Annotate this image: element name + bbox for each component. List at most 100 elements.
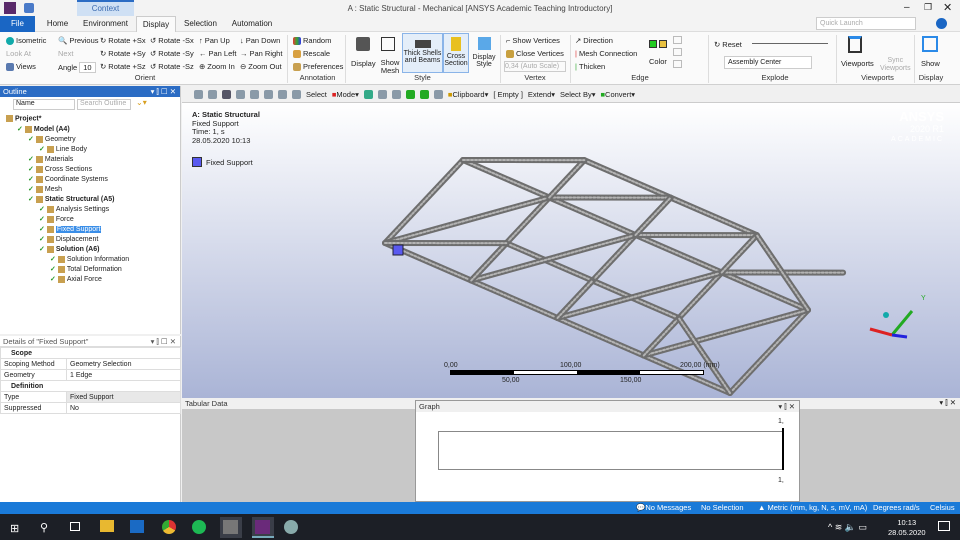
extend-dropdown[interactable]: Extend▾ — [528, 90, 555, 99]
property-value[interactable]: 1 Edge — [66, 369, 181, 381]
pan-right-button[interactable]: → Pan Right — [240, 49, 282, 58]
tab-home[interactable]: Home — [40, 16, 75, 32]
random-button[interactable]: Random — [293, 36, 331, 45]
tree-item[interactable]: ✓ Line Body — [39, 145, 87, 153]
pan-icon[interactable] — [264, 89, 273, 99]
tab-selection[interactable]: Selection — [178, 16, 223, 32]
outline-filter-select[interactable]: Name — [13, 99, 75, 110]
next-button[interactable]: Next — [58, 49, 73, 58]
show-vertices-button[interactable]: ⌐ Show Vertices — [506, 36, 560, 45]
zoom-icon[interactable] — [278, 89, 287, 99]
tree-item[interactable]: ✓ Solution (A6) — [39, 245, 99, 253]
graph-plot-area[interactable] — [438, 431, 784, 470]
thick-shells-beams-button[interactable]: Thick Shells and Beams — [402, 33, 443, 73]
tree-item[interactable]: ✓ Analysis Settings — [39, 205, 109, 213]
mesh-connection-button[interactable]: | Mesh Connection — [575, 49, 637, 58]
rotate-plus-sy-button[interactable]: ↻ Rotate +Sy — [100, 49, 146, 58]
tree-item[interactable]: ✓ Axial Force — [50, 275, 102, 283]
display-button[interactable]: Display — [351, 59, 376, 68]
zoom-out-button[interactable]: ⊖ Zoom Out — [240, 62, 282, 71]
sync-viewports-button[interactable]: Sync Viewports — [880, 57, 911, 73]
tree-item[interactable]: ✓ Force — [39, 215, 74, 223]
panel-controls[interactable]: ▾ ⫿ ✕ — [778, 401, 795, 412]
cross-section-button[interactable]: Cross Section — [443, 33, 469, 73]
tree-item[interactable]: ✓ Materials — [28, 155, 73, 163]
tree-item[interactable]: ✓ Displacement — [39, 235, 98, 243]
pan-left-button[interactable]: ← Pan Left — [199, 49, 236, 58]
tree-item[interactable]: ✓ Total Deformation — [50, 265, 122, 273]
restore-button[interactable]: ❐ — [924, 2, 932, 13]
angle-units[interactable]: Degrees — [873, 503, 901, 512]
show-button[interactable]: Show — [921, 59, 940, 68]
tray-icons[interactable]: ^ ≋ 🔈 ▭ — [828, 522, 867, 533]
outlook-icon[interactable] — [130, 520, 144, 533]
rescale-button[interactable]: Rescale — [293, 49, 330, 58]
tab-automation[interactable]: Automation — [228, 16, 276, 32]
close-vertices-button[interactable]: Close Vertices — [506, 49, 564, 58]
select-by-dropdown[interactable]: Select By▾ — [560, 90, 595, 99]
section-scope[interactable]: Scope — [0, 347, 181, 359]
tree-item[interactable]: ✓ Coordinate Systems — [28, 175, 108, 183]
color-yellow-swatch[interactable] — [659, 40, 667, 48]
property-value[interactable]: Fixed Support — [66, 391, 181, 403]
rotation-units[interactable]: rad/s — [903, 503, 920, 512]
tree-item[interactable]: ✓ Static Structural (A5) — [28, 195, 115, 203]
rotate-plus-sz-button[interactable]: ↻ Rotate +Sz — [100, 62, 146, 71]
tab-file[interactable]: File — [0, 16, 35, 32]
search-outline-input[interactable]: Search Outline — [77, 99, 131, 110]
mechanical-taskbar-button[interactable] — [252, 517, 274, 538]
viewports-button[interactable]: Viewports — [841, 59, 874, 68]
zoom-in-button[interactable]: ⊕ Zoom In — [199, 62, 235, 71]
bottom-chord-beam[interactable] — [462, 159, 551, 199]
isometric-button[interactable]: Isometric — [6, 36, 46, 45]
edge-number-buttons[interactable] — [673, 36, 693, 72]
windows-start-icon[interactable]: ⊞ — [10, 522, 19, 535]
truss-model[interactable] — [182, 103, 960, 398]
thicken-button[interactable]: | Thicken — [575, 62, 605, 71]
app-icon[interactable] — [284, 520, 298, 534]
pan-down-button[interactable]: ↓ Pan Down — [240, 36, 280, 45]
chrome-icon[interactable] — [162, 520, 176, 534]
property-value[interactable]: Geometry Selection — [66, 358, 181, 370]
select-face-icon[interactable] — [391, 89, 401, 99]
tree-item[interactable]: Project* — [6, 115, 41, 122]
clock[interactable]: 10:13 28.05.2020 — [888, 518, 926, 538]
select-vertex-icon[interactable] — [363, 89, 373, 99]
color-button[interactable]: Color — [649, 57, 667, 66]
select-edge-icon[interactable] — [377, 89, 387, 99]
minimize-button[interactable]: – — [904, 2, 910, 13]
fixed-support-marker[interactable] — [392, 244, 404, 256]
panel-controls[interactable]: ▾ ⫿ ☐ ✕ — [151, 336, 176, 346]
rotate-icon[interactable] — [250, 89, 259, 99]
panel-controls[interactable]: ▾ ⫿ ☐ ✕ — [151, 86, 176, 97]
reset-button[interactable]: ↻ Reset — [714, 40, 742, 49]
tree-item[interactable]: ✓ Mesh — [28, 185, 62, 193]
top-chord-beam[interactable] — [669, 196, 758, 237]
explode-center-select[interactable]: Assembly Center — [724, 56, 812, 69]
preferences-button[interactable]: Preferences — [293, 62, 343, 71]
zoom-icon[interactable] — [292, 89, 301, 99]
workbench-taskbar-button[interactable] — [220, 517, 242, 538]
direction-button[interactable]: ↗ Direction — [575, 36, 613, 45]
file-explorer-icon[interactable] — [100, 520, 114, 532]
spotify-icon[interactable] — [192, 520, 206, 534]
bottom-chord-beam[interactable] — [470, 279, 559, 319]
section-definition[interactable]: Definition — [0, 380, 181, 392]
views-button[interactable]: Views — [6, 62, 36, 71]
rotate-minus-sx-button[interactable]: ↺ Rotate -Sx — [150, 36, 194, 45]
quick-launch-input[interactable]: Quick Launch — [816, 17, 916, 30]
tree-item[interactable]: ✓ Model (A4) — [17, 125, 70, 133]
help-icon[interactable] — [936, 18, 947, 29]
tab-environment[interactable]: Environment — [78, 16, 133, 32]
tree-item[interactable]: ✓ Solution Information — [50, 255, 129, 263]
tab-display[interactable]: Display — [136, 16, 176, 32]
tree-item[interactable]: ✓ Fixed Support — [39, 225, 102, 233]
look-at-button[interactable]: Look At — [6, 49, 31, 58]
bottom-chord-beam[interactable] — [548, 196, 637, 236]
search-icon[interactable]: ⚲ — [40, 521, 48, 534]
rotate-minus-sz-button[interactable]: ↺ Rotate -Sz — [150, 62, 194, 71]
units-status[interactable]: ▲ Metric (mm, kg, N, s, mV, mA) — [758, 503, 867, 512]
notifications-icon[interactable] — [938, 521, 950, 531]
angle-input[interactable]: 10 — [79, 62, 96, 73]
pan-up-button[interactable]: ↑ Pan Up — [199, 36, 230, 45]
